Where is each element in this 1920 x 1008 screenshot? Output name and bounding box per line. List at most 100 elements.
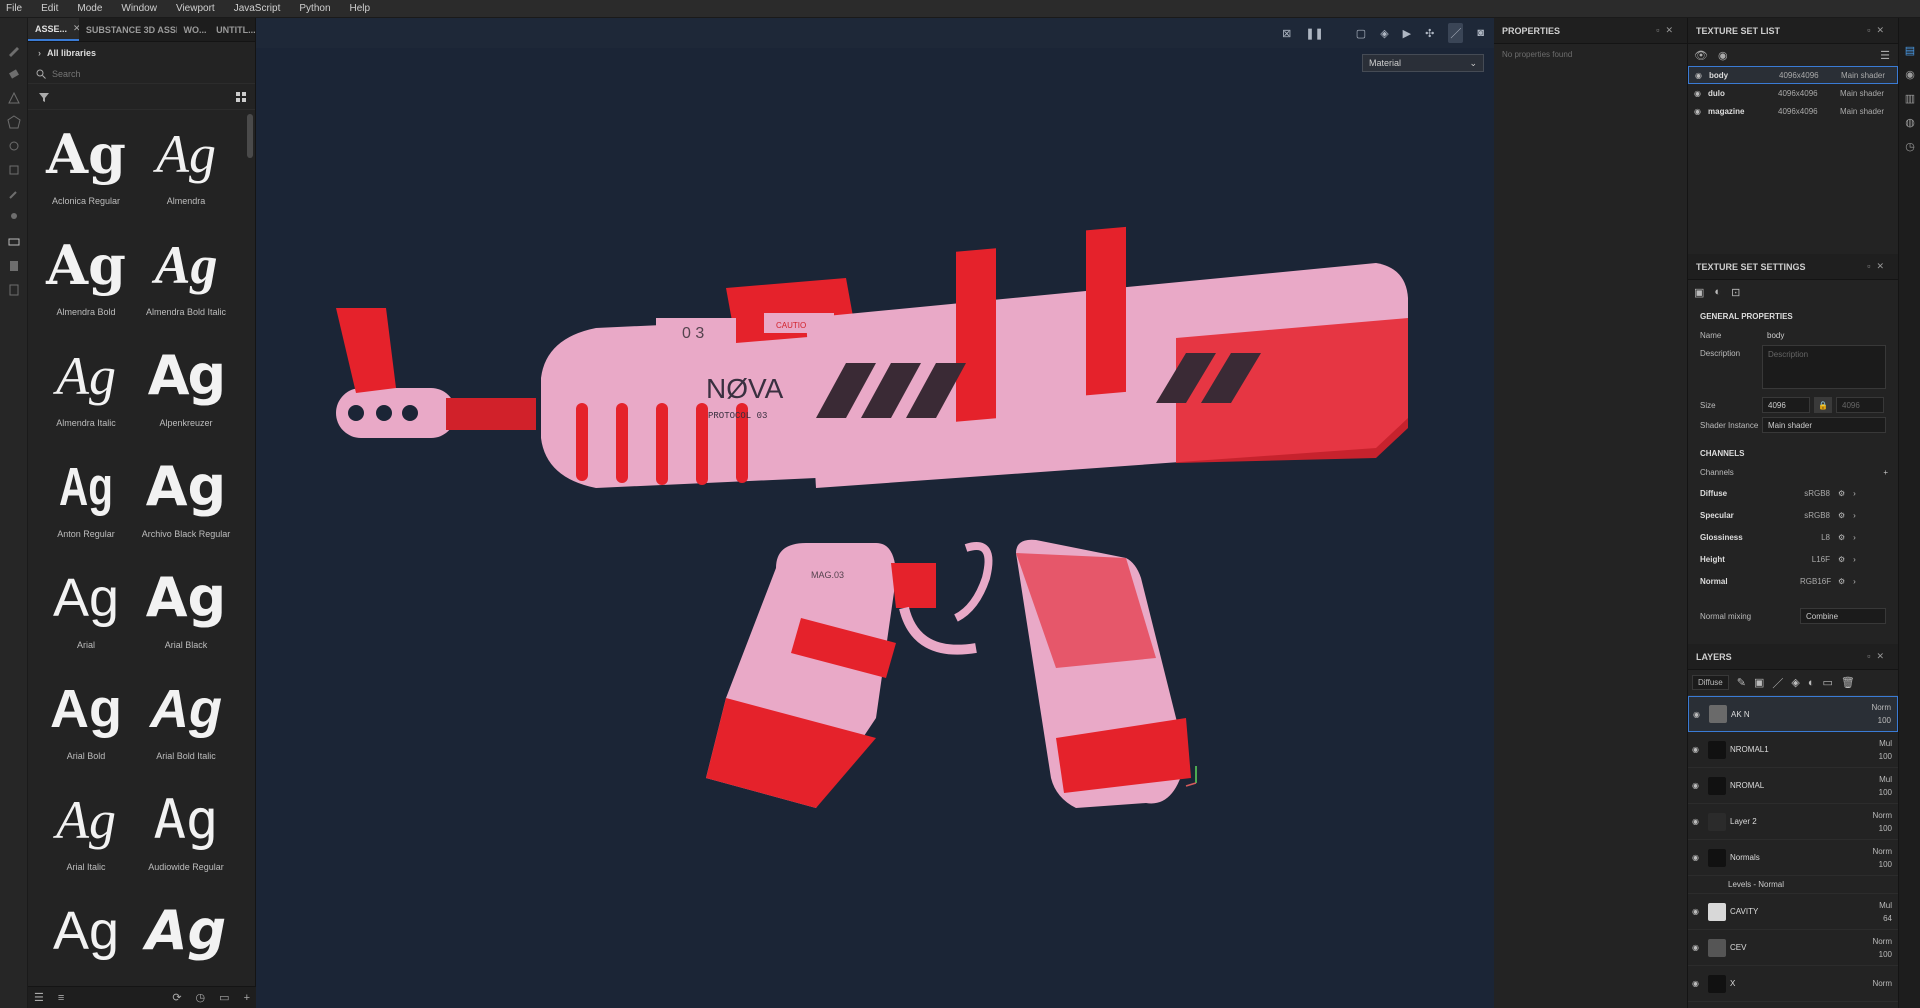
layers-dock-icon[interactable]: ▤ xyxy=(1899,38,1920,62)
font-asset[interactable]: Ag Audiowide Regular xyxy=(136,780,236,891)
frame-icon[interactable]: ▢ xyxy=(1356,27,1366,40)
library-selector[interactable]: › All libraries xyxy=(28,42,255,64)
visibility-eye-icon[interactable]: ◉ xyxy=(1695,71,1709,80)
pause-icon[interactable]: ❚❚ xyxy=(1305,27,1323,40)
texture-set-row[interactable]: ◉ body 4096x4096 Main shader xyxy=(1688,66,1898,84)
scrollbar[interactable] xyxy=(247,114,253,158)
picker-tool-icon[interactable] xyxy=(0,182,28,206)
screenshot-icon[interactable]: ◙ xyxy=(1477,27,1484,39)
layer-blend[interactable]: Norm 100 xyxy=(1871,701,1891,727)
texture-set-row[interactable]: ◉ magazine 4096x4096 Main shader xyxy=(1688,102,1898,120)
select-tool-icon[interactable] xyxy=(0,230,28,254)
channel-row[interactable]: Normal RGB16F ⚙ › xyxy=(1688,570,1898,592)
font-asset[interactable]: Ag Arial Black xyxy=(136,558,236,669)
visibility-eye-icon[interactable]: ◉ xyxy=(1693,710,1709,719)
layer-row[interactable]: ◉ NROMAL Mul 100 xyxy=(1688,768,1898,804)
layer-row[interactable]: ◉ X Norm xyxy=(1688,966,1898,1002)
channel-row[interactable]: Diffuse sRGB8 ⚙ › xyxy=(1688,482,1898,504)
visibility-eye-icon[interactable]: ◉ xyxy=(1694,107,1708,116)
refresh-icon[interactable]: ⟳ xyxy=(172,991,181,1004)
panel-controls[interactable]: ▫✕ xyxy=(1867,651,1890,662)
tab-assets[interactable]: ASSE...✕ xyxy=(28,18,79,41)
normal-mixing-select[interactable]: Combine xyxy=(1800,608,1886,624)
panel-controls[interactable]: ▫✕ xyxy=(1656,25,1679,36)
display-settings-dock-icon[interactable]: ◍ xyxy=(1899,110,1920,134)
size-select-2[interactable]: 4096 xyxy=(1836,397,1884,413)
viewport-mode-select[interactable]: Material ⌄ xyxy=(1362,54,1484,72)
menu-item[interactable]: Help xyxy=(350,3,371,14)
layer-blend[interactable]: Norm xyxy=(1872,977,1892,990)
geometry-tool-icon[interactable] xyxy=(0,206,28,230)
light-icon[interactable]: ✣ xyxy=(1425,27,1434,40)
menu-icon[interactable]: ☰ xyxy=(1880,49,1890,62)
chevron-right-icon[interactable]: › xyxy=(1853,511,1856,520)
channel-settings-icon[interactable]: ⚙ xyxy=(1838,511,1845,520)
chevron-right-icon[interactable]: › xyxy=(1853,577,1856,586)
filter-icon[interactable] xyxy=(38,91,50,103)
delete-layer-icon[interactable]: 🗑 xyxy=(1841,676,1855,689)
menu-item[interactable]: Python xyxy=(299,3,330,14)
visibility-eye-icon[interactable]: ◉ xyxy=(1694,89,1708,98)
camera-icon[interactable]: ▶ xyxy=(1403,27,1411,40)
history-icon[interactable]: ◷ xyxy=(196,991,206,1004)
tab-workspace[interactable]: WO... xyxy=(177,18,210,41)
add-fill-layer-icon[interactable]: ◈ xyxy=(1791,676,1799,689)
projection-tool-icon[interactable] xyxy=(0,86,28,110)
font-asset[interactable]: Ag xyxy=(36,891,136,984)
menu-item[interactable]: File xyxy=(6,3,22,14)
visibility-eye-icon[interactable]: ◉ xyxy=(1692,943,1708,952)
eraser-tool-icon[interactable] xyxy=(0,62,28,86)
channel-settings-icon[interactable]: ⚙ xyxy=(1838,577,1845,586)
viewport[interactable]: ⊠ ❚❚ ▢ ◈ ▶ ✣ ／ ◙ Material⌄ CAUTION 0 3 xyxy=(256,18,1494,1008)
font-asset[interactable]: Ag Arial Italic xyxy=(36,780,136,891)
eye-icon[interactable]: ◉ xyxy=(1718,49,1728,62)
size-select[interactable]: 4096 xyxy=(1762,397,1810,413)
visibility-eye-icon[interactable]: ◉ xyxy=(1692,781,1708,790)
menu-item[interactable]: Edit xyxy=(41,3,58,14)
font-asset[interactable]: Ag Archivo Black Regular xyxy=(136,447,236,558)
add-icon[interactable]: + xyxy=(244,992,250,1004)
font-asset[interactable]: Ag Aclonica Regular xyxy=(36,114,136,225)
layers-channel-select[interactable]: Diffuse xyxy=(1692,675,1729,690)
texture-set-dock-icon[interactable]: ▥ xyxy=(1899,86,1920,110)
add-effect-icon[interactable]: ✎ xyxy=(1737,676,1746,689)
layer-row[interactable]: ◉ Layer 2 Norm 100 xyxy=(1688,804,1898,840)
shader-select[interactable]: Main shader xyxy=(1762,417,1886,433)
history-dock-icon[interactable]: ◷ xyxy=(1899,134,1920,158)
chevron-right-icon[interactable]: › xyxy=(1853,533,1856,542)
font-asset[interactable]: Ag Arial Bold xyxy=(36,669,136,780)
polygon-fill-tool-icon[interactable] xyxy=(0,110,28,134)
folder-icon[interactable]: ▭ xyxy=(219,991,229,1004)
font-asset[interactable]: Ag Almendra Bold xyxy=(36,225,136,336)
grid-view-icon[interactable] xyxy=(235,91,247,103)
layer-row[interactable]: ◉ NROMAL1 Mul 100 xyxy=(1688,732,1898,768)
layer-blend[interactable]: Mul 100 xyxy=(1879,737,1892,763)
channel-row[interactable]: Height L16F ⚙ › xyxy=(1688,548,1898,570)
visibility-eye-icon[interactable]: ◉ xyxy=(1692,907,1708,916)
search-input[interactable] xyxy=(52,68,222,79)
channel-settings-icon[interactable]: ⚙ xyxy=(1838,533,1845,542)
menu-item[interactable]: Window xyxy=(121,3,157,14)
add-channel-icon[interactable]: + xyxy=(1883,468,1888,477)
channel-settings-icon[interactable]: ⚙ xyxy=(1838,555,1845,564)
font-asset[interactable]: Ag Alpenkreuzer xyxy=(136,336,236,447)
menu-item[interactable]: Viewport xyxy=(176,3,215,14)
font-asset[interactable]: Ag Almendra Italic xyxy=(36,336,136,447)
cube-icon[interactable]: ◈ xyxy=(1380,27,1388,40)
layer-blend[interactable]: Mul 100 xyxy=(1879,773,1892,799)
add-smart-material-icon[interactable]: ◐ xyxy=(1808,677,1815,689)
visibility-eye-icon[interactable]: ◉ xyxy=(1692,817,1708,826)
layer-blend[interactable]: Norm 100 xyxy=(1872,935,1892,961)
panel-controls[interactable]: ▫✕ xyxy=(1867,25,1890,36)
visibility-eye-icon[interactable]: ◉ xyxy=(1692,853,1708,862)
name-value[interactable]: body xyxy=(1762,327,1886,343)
export-tool-icon[interactable] xyxy=(0,278,28,302)
visibility-eye-icon[interactable]: ◉ xyxy=(1692,745,1708,754)
tab-substance-assets[interactable]: SUBSTANCE 3D ASSE... xyxy=(79,18,177,41)
lock-icon[interactable]: 🔒 xyxy=(1814,397,1832,413)
sort-icon[interactable]: ≡ xyxy=(58,992,64,1004)
layer-row[interactable]: ◉ Normals Norm 100 xyxy=(1688,840,1898,876)
layer-effect-row[interactable]: Levels - Normal xyxy=(1688,876,1898,894)
hide-ui-icon[interactable]: ⊠ xyxy=(1282,27,1291,40)
layer-blend[interactable]: Mul 64 xyxy=(1879,899,1892,925)
